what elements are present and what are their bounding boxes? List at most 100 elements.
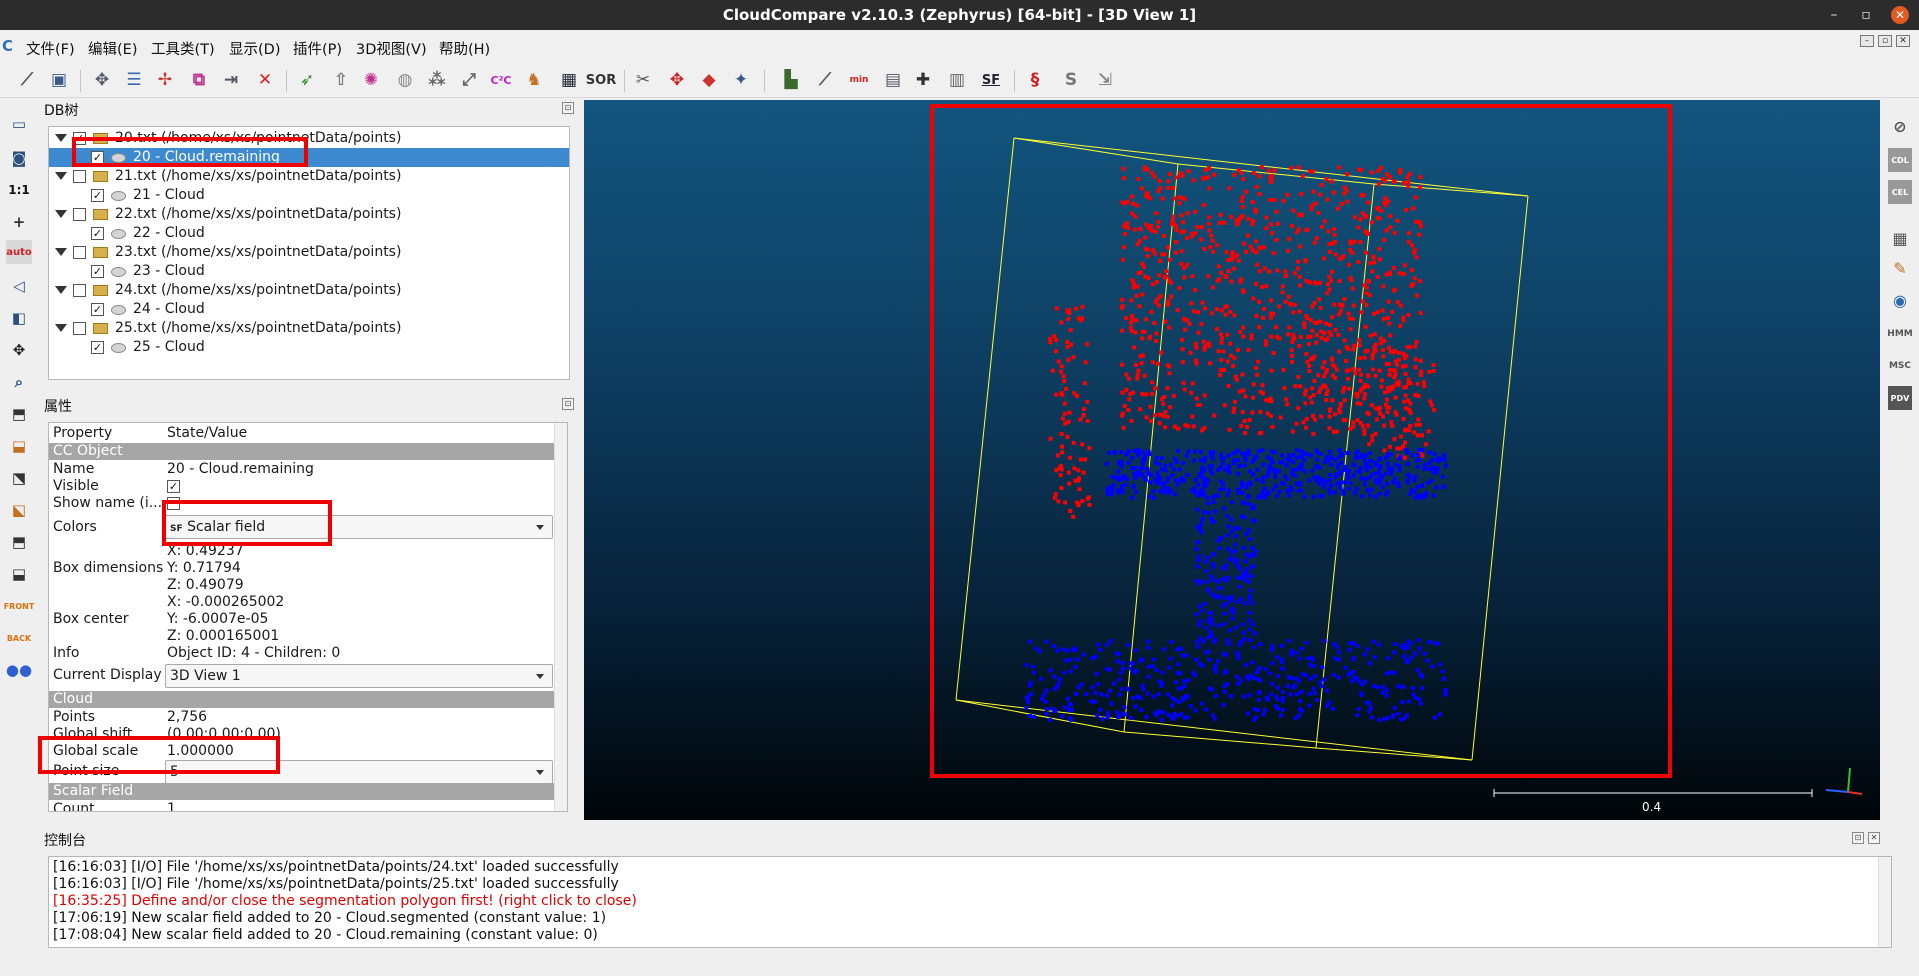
auto-pivot-icon[interactable]: auto	[6, 240, 32, 264]
console-float-button[interactable]: ⊡	[1852, 832, 1864, 844]
open-icon[interactable]: ⟋	[14, 67, 40, 93]
tree-cloud-item[interactable]: ✓ 21 - Cloud	[49, 186, 569, 205]
dbtree-float-button[interactable]: ⊡	[562, 102, 574, 114]
expand-triangle-icon[interactable]	[55, 134, 67, 142]
left-view-icon[interactable]: ⬔	[6, 466, 32, 490]
cel-icon[interactable]: CEL	[1888, 180, 1912, 204]
bubble-icon[interactable]: §	[1022, 67, 1048, 93]
tree-group-item[interactable]: 25.txt (/home/xs/xs/pointnetData/points)	[49, 319, 569, 338]
tree-cloud-item[interactable]: ✓ 23 - Cloud	[49, 262, 569, 281]
expand-triangle-icon[interactable]	[55, 286, 67, 294]
tree-group-item[interactable]: 21.txt (/home/xs/xs/pointnetData/points)	[49, 167, 569, 186]
sample-icon[interactable]: ⁂	[424, 67, 450, 93]
object-icon[interactable]: ◧	[6, 306, 32, 330]
iso-back-icon[interactable]: BACK	[6, 626, 32, 650]
cloud-cloud-dist-icon[interactable]: C²C	[488, 67, 514, 93]
octree-icon[interactable]: ✺	[358, 67, 384, 93]
tree-cloud-item[interactable]: ✓ 25 - Cloud	[49, 338, 569, 357]
menu-tools[interactable]: 工具类(T)	[151, 38, 215, 59]
minimize-button[interactable]: –	[1824, 5, 1844, 25]
tree-checkbox[interactable]	[73, 284, 86, 297]
pick-icon[interactable]: ✦	[728, 67, 754, 93]
sf-icon[interactable]: SF	[978, 67, 1004, 93]
mdi-restore-button[interactable]: ▫	[1878, 35, 1892, 47]
merge-icon[interactable]: ⧉	[186, 67, 212, 93]
current-display-combo[interactable]: 3D View 1	[165, 664, 553, 688]
clone-icon[interactable]: ✢	[152, 67, 178, 93]
segment-icon[interactable]: ✂	[630, 67, 656, 93]
zoom-icon[interactable]: ⌕	[6, 370, 32, 394]
properties-icon[interactable]: ☰	[121, 67, 147, 93]
scalar-field-icon[interactable]: ▤	[880, 67, 906, 93]
save-icon[interactable]: ▣	[46, 67, 72, 93]
menu-plugins[interactable]: 插件(P)	[293, 38, 342, 59]
expand-triangle-icon[interactable]	[55, 324, 67, 332]
tree-checkbox[interactable]: ✓	[91, 227, 104, 240]
mdi-minimize-button[interactable]: –	[1860, 35, 1874, 47]
expand-triangle-icon[interactable]	[55, 248, 67, 256]
histogram-icon[interactable]: ▙	[778, 67, 804, 93]
film-icon[interactable]: ▦	[1888, 226, 1912, 250]
global-shift-icon[interactable]: ✥	[89, 67, 115, 93]
tree-group-item[interactable]: 23.txt (/home/xs/xs/pointnetData/points)	[49, 243, 569, 262]
tree-checkbox[interactable]	[73, 170, 86, 183]
close-button[interactable]: ✕	[1891, 6, 1909, 24]
tree-checkbox[interactable]: ✓	[91, 341, 104, 354]
console-close-button[interactable]: ✕	[1868, 832, 1880, 844]
tree-group-item[interactable]: 22.txt (/home/xs/xs/pointnetData/points)	[49, 205, 569, 224]
tree-group-item[interactable]: 24.txt (/home/xs/xs/pointnetData/points)	[49, 281, 569, 300]
properties-float-button[interactable]: ⊡	[562, 398, 574, 410]
orient-icon[interactable]: ⇧	[328, 67, 354, 93]
perspective-icon[interactable]: ◁	[6, 274, 32, 298]
msc-icon[interactable]: MSC	[1888, 354, 1912, 378]
minmax-icon[interactable]: min	[846, 67, 872, 93]
menu-file[interactable]: 文件(F)	[26, 38, 75, 59]
translate-icon[interactable]: ✥	[664, 67, 690, 93]
tree-cloud-item[interactable]: ✓ 22 - Cloud	[49, 224, 569, 243]
bottom-view-icon[interactable]: ⬒	[6, 530, 32, 554]
register-icon[interactable]: ⤢	[456, 67, 482, 93]
expand-triangle-icon[interactable]	[55, 172, 67, 180]
name-value[interactable]: 20 - Cloud.remaining	[167, 461, 314, 478]
right-view-icon[interactable]: ⬕	[6, 498, 32, 522]
calculator-icon[interactable]: ▥	[944, 67, 970, 93]
expand-triangle-icon[interactable]	[55, 210, 67, 218]
sor-icon[interactable]: SOR	[586, 67, 616, 93]
tree-checkbox[interactable]	[73, 246, 86, 259]
add-sf-icon[interactable]: ✚	[910, 67, 936, 93]
cross-section-icon[interactable]: ◆	[696, 67, 722, 93]
properties-scrollbar[interactable]	[554, 423, 567, 811]
sf-arith-icon[interactable]: S	[1058, 67, 1084, 93]
delete-icon[interactable]: ✕	[252, 67, 278, 93]
camera-icon[interactable]: ◙	[6, 146, 32, 170]
visible-checkbox[interactable]: ✓	[167, 480, 180, 493]
iso-front-icon[interactable]: FRONT	[4, 594, 35, 618]
stereo-icon[interactable]: ●●	[6, 658, 32, 682]
tree-cloud-item[interactable]: ✓ 24 - Cloud	[49, 300, 569, 319]
tree-checkbox[interactable]: ✓	[91, 189, 104, 202]
checker-icon[interactable]: ▦	[556, 67, 582, 93]
mdi-close-button[interactable]: ✕	[1896, 35, 1910, 47]
restore-button[interactable]: ▫	[1856, 5, 1876, 25]
pivot-icon[interactable]: +	[6, 210, 32, 234]
menu-3dview[interactable]: 3D视图(V)	[356, 38, 427, 59]
tree-checkbox[interactable]	[73, 208, 86, 221]
pdv-icon[interactable]: PDV	[1888, 386, 1912, 410]
cloud-mesh-icon[interactable]: ♞	[521, 67, 547, 93]
subsample-icon[interactable]: ⇥	[218, 67, 244, 93]
front-view-icon[interactable]: ⬓	[6, 434, 32, 458]
console-scrollbar[interactable]	[1878, 857, 1891, 947]
sf-info-icon[interactable]: ◉	[1888, 288, 1912, 312]
mesh-icon[interactable]: ◍	[392, 67, 418, 93]
tree-checkbox[interactable]: ✓	[91, 303, 104, 316]
cdl-icon[interactable]: CDL	[1888, 148, 1912, 172]
tree-checkbox[interactable]: ✓	[91, 265, 104, 278]
brush-icon[interactable]: ✎	[1888, 256, 1912, 280]
normals-icon[interactable]: ➶	[294, 67, 320, 93]
menu-help[interactable]: 帮助(H)	[439, 38, 490, 59]
hmm-icon[interactable]: HMM	[1887, 322, 1912, 346]
move-icon[interactable]: ✥	[6, 338, 32, 362]
tree-checkbox[interactable]	[73, 322, 86, 335]
disable-icon[interactable]: ⊘	[1888, 114, 1912, 138]
fullscreen-icon[interactable]: ▭	[6, 112, 32, 136]
